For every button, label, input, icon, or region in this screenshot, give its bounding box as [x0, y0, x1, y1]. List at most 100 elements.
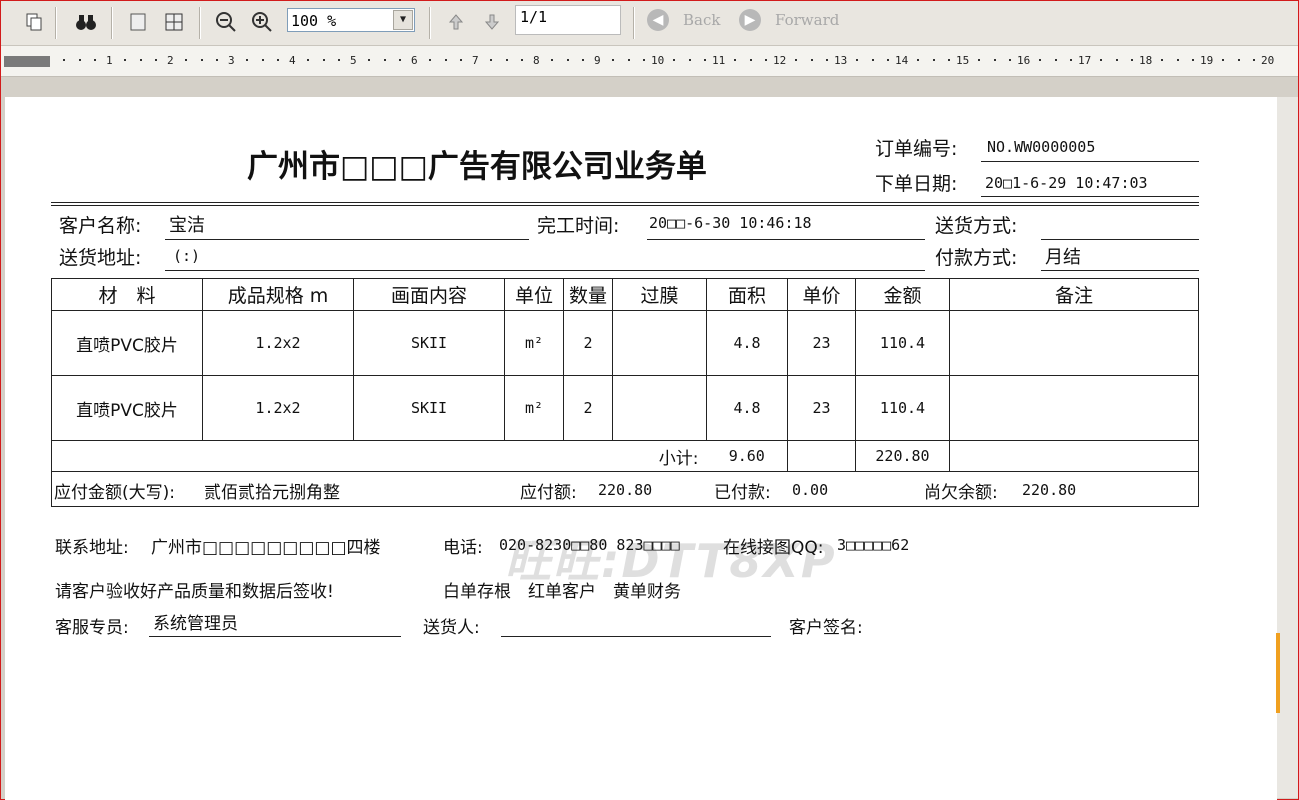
ruler-number: 14 [895, 54, 909, 67]
table-cell: 直喷PVC胶片 [51, 375, 203, 441]
ruler-tick [749, 59, 752, 61]
forward-button[interactable]: ▶ Forward [739, 9, 839, 31]
zoom-select[interactable]: 100 % ▼ [287, 8, 415, 32]
document-page: 广州市□□□广告有限公司业务单 订单编号: NO.WW0000005 下单日期:… [5, 97, 1277, 800]
document-title: 广州市□□□广告有限公司业务单 [247, 149, 707, 185]
ruler-tick [276, 59, 279, 61]
service-label: 客服专员: [55, 618, 129, 638]
table-header: 单价 [787, 278, 856, 311]
ruler-tick [673, 59, 676, 61]
ruler-tick [490, 59, 493, 61]
table-cell: SKII [353, 375, 505, 441]
page-number-input[interactable]: 1/1 [515, 5, 621, 35]
ruler-tick [825, 59, 828, 61]
zoom-value: 100 % [291, 12, 337, 30]
ruler-tick [1008, 59, 1011, 61]
ruler-number: 13 [834, 54, 848, 67]
ruler-tick [78, 59, 81, 61]
table-cell [612, 310, 707, 376]
ruler-tick [810, 59, 813, 61]
ruler-tick [688, 59, 691, 61]
ruler-number: 3 [228, 54, 235, 67]
page-down-icon[interactable] [479, 9, 505, 35]
ruler-tick [764, 59, 767, 61]
ruler-tick [520, 59, 523, 61]
sign-label: 客户签名: [789, 618, 863, 638]
order-date-label: 下单日期: [875, 173, 958, 195]
ruler-number: 9 [594, 54, 601, 67]
ruler-tick [1069, 59, 1072, 61]
single-page-icon[interactable] [125, 9, 151, 35]
ruler-number: 2 [167, 54, 174, 67]
back-button[interactable]: ◀ Back [647, 9, 720, 31]
table-header: 材 料 [51, 278, 203, 311]
chevron-down-icon[interactable]: ▼ [393, 10, 413, 30]
ruler-tick [642, 59, 645, 61]
ruler-number: 4 [289, 54, 296, 67]
ruler-tick [917, 59, 920, 61]
table-row: 直喷PVC胶片 1.2x2 SKII m² 2 4.8 23 110.4 [51, 310, 1199, 376]
ruler-tick [1176, 59, 1179, 61]
ruler-tick [154, 59, 157, 61]
scroll-thumb[interactable] [1276, 633, 1280, 713]
ruler-tick [1161, 59, 1164, 61]
ruler-tick [1115, 59, 1118, 61]
table-cell: 2 [563, 310, 613, 376]
ruler-tick [185, 59, 188, 61]
ruler-tick [368, 59, 371, 61]
customer-label: 客户名称: [59, 215, 142, 237]
ruler-number: 17 [1078, 54, 1092, 67]
zoom-in-icon[interactable] [249, 9, 275, 35]
finish-value: 20□□-6-30 10:46:18 [649, 214, 812, 232]
payable-label: 应付额: [520, 483, 577, 503]
ruler-number: 8 [533, 54, 540, 67]
ruler-number: 19 [1200, 54, 1214, 67]
ruler-tick [429, 59, 432, 61]
ruler-tick [322, 59, 325, 61]
phone-label: 电话: [443, 538, 483, 558]
table-header: 画面内容 [353, 278, 505, 311]
ruler-tick [703, 59, 706, 61]
ruler-tick [93, 59, 96, 61]
ruler-number: 6 [411, 54, 418, 67]
ruler-tick [871, 59, 874, 61]
forward-label: Forward [775, 11, 840, 29]
ruler-tick [1054, 59, 1057, 61]
ruler-tick [139, 59, 142, 61]
payment-label: 付款方式: [935, 247, 1018, 269]
table-cell [612, 375, 707, 441]
table-header: 成品规格 m [202, 278, 354, 311]
ruler-tick [1222, 59, 1225, 61]
find-binoculars-icon[interactable] [73, 9, 99, 35]
payment-value: 月结 [1045, 247, 1081, 268]
toolbar: 100 % ▼ 1/1 ◀ Back ▶ Forward [1, 1, 1298, 46]
ruler-tick [1130, 59, 1133, 61]
copy-icon[interactable] [21, 9, 47, 35]
table-header: 面积 [706, 278, 788, 311]
zoom-out-icon[interactable] [213, 9, 239, 35]
ruler-tick [734, 59, 737, 61]
ruler-number: 15 [956, 54, 970, 67]
paid-label: 已付款: [714, 483, 771, 503]
ruler-tick [63, 59, 66, 61]
table-row: 直喷PVC胶片 1.2x2 SKII m² 2 4.8 23 110.4 [51, 375, 1199, 441]
order-date-value: 20□1-6-29 10:47:03 [985, 174, 1148, 192]
ruler-tick [612, 59, 615, 61]
ruler-number: 11 [712, 54, 726, 67]
ruler-number: 1 [106, 54, 113, 67]
table-cell: 110.4 [855, 375, 950, 441]
ruler-tick [978, 59, 981, 61]
vertical-scrollbar[interactable] [1277, 97, 1298, 798]
contact-label: 联系地址: [55, 538, 129, 558]
ruler-tick [566, 59, 569, 61]
multi-page-icon[interactable] [161, 9, 187, 35]
ruler-number: 7 [472, 54, 479, 67]
finish-label: 完工时间: [537, 215, 620, 237]
table-cell: SKII [353, 310, 505, 376]
payable-value: 220.80 [598, 481, 653, 499]
table-cell: 110.4 [855, 310, 950, 376]
page-up-icon[interactable] [443, 9, 469, 35]
ruler-tick [246, 59, 249, 61]
table-header: 数量 [563, 278, 613, 311]
ruler-number: 20 [1261, 54, 1275, 67]
